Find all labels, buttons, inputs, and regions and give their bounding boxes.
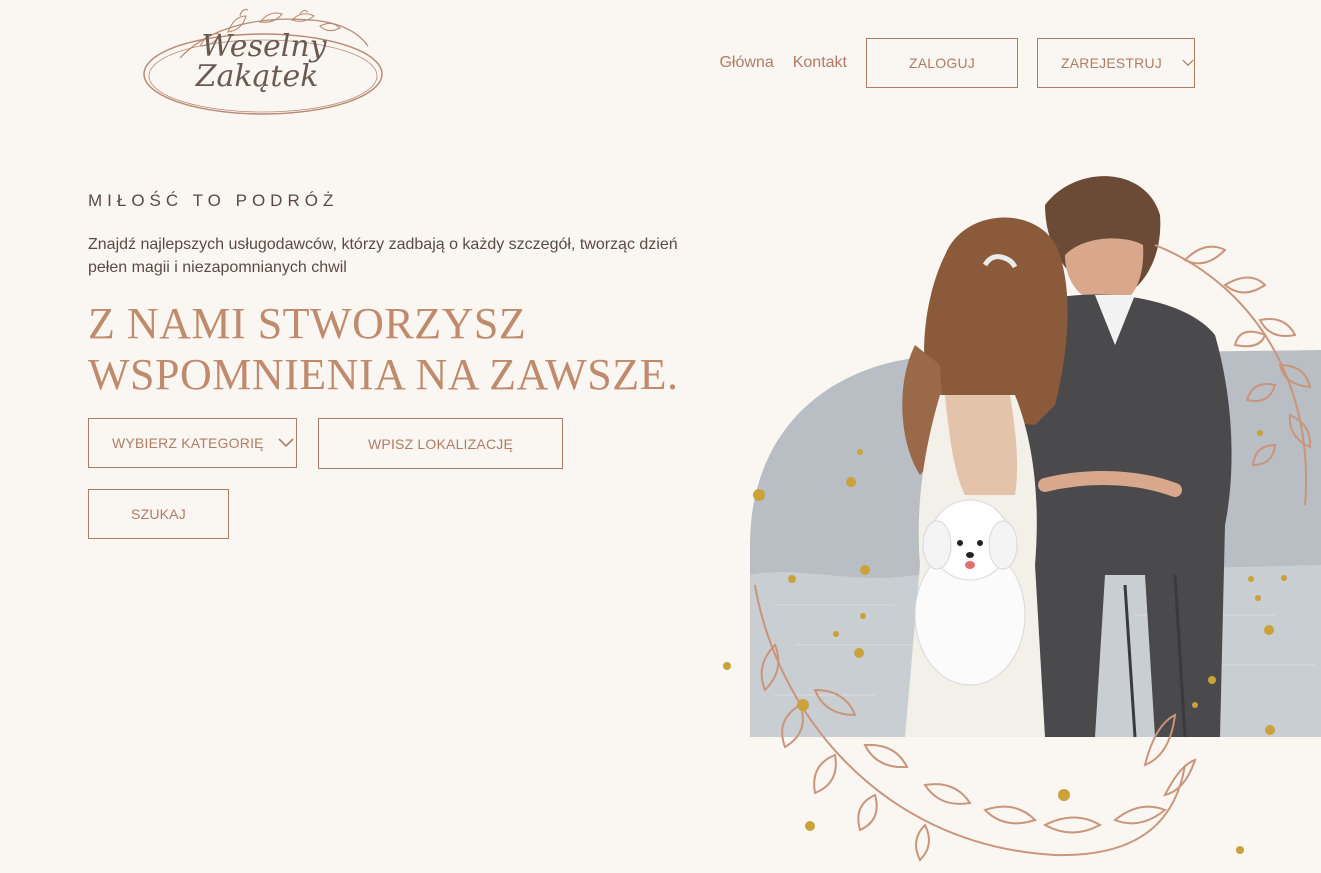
search-button[interactable]: SZUKAJ [88, 489, 229, 539]
wedding-couple-illustration [723, 176, 1321, 862]
hero-headline: Z NAMI STWORZYSZ WSPOMNIENIA NA ZAWSZE. [88, 298, 708, 400]
category-select[interactable]: WYBIERZ KATEGORIĘ [88, 418, 297, 468]
logo-line-2: Zakątek [195, 59, 319, 94]
hero-lead-text: Znajdź najlepszych usługodawców, którzy … [88, 236, 678, 276]
chevron-down-icon [278, 438, 294, 448]
logo-text: Weselny Zakątek [140, 6, 388, 118]
hero-headline-line-1: Z NAMI STWORZYSZ [88, 299, 527, 348]
chevron-down-icon [1182, 59, 1194, 67]
logo-line-1: Weselny [201, 29, 327, 64]
login-button[interactable]: ZALOGUJ [866, 38, 1018, 88]
search-button-label: SZUKAJ [131, 506, 186, 522]
site-logo[interactable]: Weselny Zakątek [140, 6, 388, 118]
hero-headline-line-2: WSPOMNIENIA NA ZAWSZE. [88, 350, 679, 399]
location-input[interactable]: WPISZ LOKALIZACJĘ [318, 418, 563, 469]
hero-tagline: MIŁOŚĆ TO PODRÓŻ [88, 191, 339, 210]
nav-link-contact[interactable]: Kontakt [793, 54, 847, 72]
category-select-label: WYBIERZ KATEGORIĘ [112, 435, 264, 451]
nav-link-home[interactable]: Główna [719, 54, 773, 72]
register-dropdown-button[interactable]: ZAREJESTRUJ [1037, 38, 1195, 88]
poodle-figure [914, 499, 1026, 686]
register-button-label: ZAREJESTRUJ [1061, 55, 1162, 71]
location-input-placeholder: WPISZ LOKALIZACJĘ [368, 435, 513, 452]
login-button-label: ZALOGUJ [909, 55, 975, 71]
top-navigation: Główna Kontakt ZALOGUJ ZAREJESTRUJ [719, 38, 1195, 88]
